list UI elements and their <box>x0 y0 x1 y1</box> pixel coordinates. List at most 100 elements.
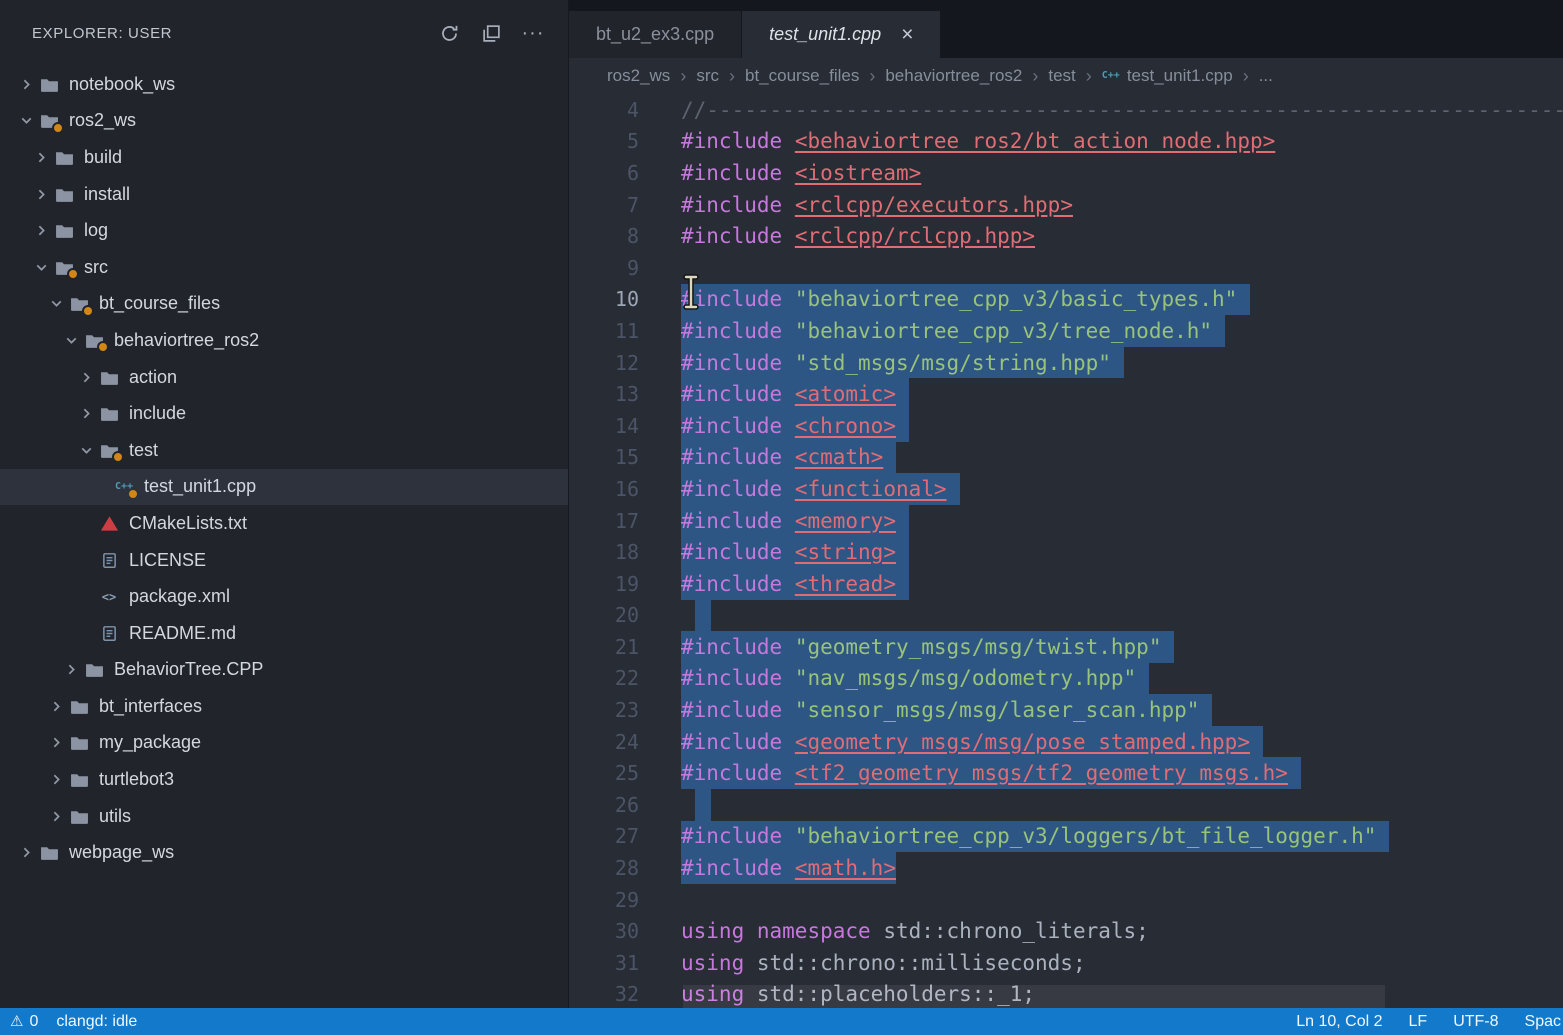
tree-item-label: test <box>129 440 158 461</box>
chevron-right-icon <box>31 184 51 204</box>
code-line-31[interactable]: 31using std::chrono::milliseconds; <box>569 947 1563 979</box>
breadcrumb-item-[interactable]: ... <box>1259 66 1273 86</box>
line-number: 31 <box>569 951 639 975</box>
tab-test-unit1-cpp[interactable]: test_unit1.cpp × <box>742 11 941 58</box>
tree-item-notebook-ws[interactable]: notebook_ws <box>0 66 568 103</box>
breadcrumb-item-test[interactable]: test <box>1048 66 1075 86</box>
code-line-22[interactable]: 22#include "nav_msgs/msg/odometry.hpp" <box>569 663 1563 695</box>
explorer-header: EXPLORER: USER ··· <box>0 0 568 66</box>
breadcrumb-separator-icon: › <box>1086 66 1092 87</box>
warnings-indicator[interactable]: ⚠0 <box>10 1013 38 1031</box>
breadcrumb-item-test-unit1-cpp[interactable]: C++test_unit1.cpp <box>1102 66 1233 86</box>
more-actions-button[interactable]: ··· <box>518 18 548 48</box>
tab-label: test_unit1.cpp <box>769 24 881 45</box>
code-line-9[interactable]: 9 <box>569 252 1563 284</box>
tree-item-webpage-ws[interactable]: webpage_ws <box>0 834 568 871</box>
code-line-21[interactable]: 21#include "geometry_msgs/msg/twist.hpp" <box>569 631 1563 663</box>
tree-item-utils[interactable]: utils <box>0 798 568 835</box>
code-line-17[interactable]: 17#include <memory> <box>569 505 1563 537</box>
chevron-down-icon <box>76 440 96 460</box>
tree-item-label: notebook_ws <box>69 74 175 95</box>
folder-icon <box>68 733 90 753</box>
tab-bt-u2-ex3-cpp[interactable]: bt_u2_ex3.cpp <box>569 11 742 58</box>
code-line-15[interactable]: 15#include <cmath> <box>569 442 1563 474</box>
status-bar: ⚠0 clangd: idle Ln 10, Col 2 LF UTF-8 Spac <box>0 1008 1563 1035</box>
code-line-28[interactable]: 28#include <math.h> <box>569 852 1563 884</box>
code-line-6[interactable]: 6#include <iostream> <box>569 157 1563 189</box>
line-number: 23 <box>569 698 639 722</box>
tree-item-turtlebot3[interactable]: turtlebot3 <box>0 761 568 798</box>
breadcrumb-separator-icon: › <box>729 66 735 87</box>
folder-icon <box>98 367 120 387</box>
tree-item-label: log <box>84 220 108 241</box>
tree-item-action[interactable]: action <box>0 359 568 396</box>
line-number: 5 <box>569 129 639 153</box>
tree-item-build[interactable]: build <box>0 139 568 176</box>
clangd-status[interactable]: clangd: idle <box>56 1013 137 1031</box>
code-line-11[interactable]: 11#include "behaviortree_cpp_v3/tree_nod… <box>569 315 1563 347</box>
code-editor[interactable]: 4//-------------------------------------… <box>569 94 1563 1008</box>
line-number: 29 <box>569 888 639 912</box>
tree-item-ros2-ws[interactable]: ros2_ws <box>0 103 568 140</box>
cursor-position[interactable]: Ln 10, Col 2 <box>1296 1013 1382 1031</box>
code-line-18[interactable]: 18#include <string> <box>569 536 1563 568</box>
code-line-24[interactable]: 24#include <geometry_msgs/msg/pose_stamp… <box>569 726 1563 758</box>
tree-item-readme-md[interactable]: README.md <box>0 615 568 652</box>
collapse-folders-button[interactable] <box>476 18 506 48</box>
encoding-selector[interactable]: UTF-8 <box>1453 1013 1498 1031</box>
tree-item-my-package[interactable]: my_package <box>0 725 568 762</box>
tree-item-log[interactable]: log <box>0 212 568 249</box>
line-number: 25 <box>569 761 639 785</box>
explorer-title: EXPLORER: USER <box>32 25 434 42</box>
breadcrumb-item-behaviortree-ros2[interactable]: behaviortree_ros2 <box>885 66 1022 86</box>
collapse-folders-icon <box>482 24 501 43</box>
tree-item-label: README.md <box>129 623 236 644</box>
code-line-7[interactable]: 7#include <rclcpp/executors.hpp> <box>569 189 1563 221</box>
line-number: 20 <box>569 603 639 627</box>
code-line-16[interactable]: 16#include <functional> <box>569 473 1563 505</box>
breadcrumb-item-src[interactable]: src <box>696 66 719 86</box>
code-line-26[interactable]: 26 <box>569 789 1563 821</box>
tree-item-install[interactable]: install <box>0 176 568 213</box>
code-line-14[interactable]: 14#include <chrono> <box>569 410 1563 442</box>
chevron-right-icon <box>76 367 96 387</box>
warning-icon: ⚠ <box>10 1014 23 1029</box>
code-line-10[interactable]: 10#include "behaviortree_cpp_v3/basic_ty… <box>569 284 1563 316</box>
code-line-30[interactable]: 30using namespace std::chrono_literals; <box>569 915 1563 947</box>
horizontal-scrollbar[interactable] <box>683 985 1385 1008</box>
twisty-spacer <box>76 550 96 570</box>
tree-item-behaviortree-ros2[interactable]: behaviortree_ros2 <box>0 322 568 359</box>
code-line-27[interactable]: 27#include "behaviortree_cpp_v3/loggers/… <box>569 821 1563 853</box>
tree-item-package-xml[interactable]: <>package.xml <box>0 578 568 615</box>
eol-selector[interactable]: LF <box>1409 1013 1428 1031</box>
code-line-19[interactable]: 19#include <thread> <box>569 568 1563 600</box>
tree-item-bt-course-files[interactable]: bt_course_files <box>0 286 568 323</box>
breadcrumb-item-ros2-ws[interactable]: ros2_ws <box>607 66 670 86</box>
tree-item-test[interactable]: test <box>0 432 568 469</box>
close-icon[interactable]: × <box>901 24 913 45</box>
tree-item-src[interactable]: src <box>0 249 568 286</box>
code-line-29[interactable]: 29 <box>569 884 1563 916</box>
git-modified-dot <box>127 488 139 500</box>
refresh-button[interactable] <box>434 18 464 48</box>
line-number: 24 <box>569 730 639 754</box>
indentation-selector[interactable]: Spac <box>1525 1013 1561 1031</box>
code-line-20[interactable]: 20 <box>569 600 1563 632</box>
breadcrumb-item-bt-course-files[interactable]: bt_course_files <box>745 66 859 86</box>
code-line-4[interactable]: 4//-------------------------------------… <box>569 94 1563 126</box>
code-line-8[interactable]: 8#include <rclcpp/rclcpp.hpp> <box>569 220 1563 252</box>
tree-item-license[interactable]: LICENSE <box>0 542 568 579</box>
chevron-right-icon <box>46 696 66 716</box>
git-modified-dot <box>82 305 94 317</box>
tree-item-include[interactable]: include <box>0 395 568 432</box>
tree-item-bt-interfaces[interactable]: bt_interfaces <box>0 688 568 725</box>
code-line-25[interactable]: 25#include <tf2_geometry_msgs/tf2_geomet… <box>569 757 1563 789</box>
tree-item-test-unit1-cpp[interactable]: C++test_unit1.cpp <box>0 469 568 506</box>
folder-icon <box>68 294 90 314</box>
tree-item-cmakelists-txt[interactable]: CMakeLists.txt <box>0 505 568 542</box>
code-line-5[interactable]: 5#include <behaviortree_ros2/bt_action_n… <box>569 126 1563 158</box>
code-line-23[interactable]: 23#include "sensor_msgs/msg/laser_scan.h… <box>569 694 1563 726</box>
code-line-13[interactable]: 13#include <atomic> <box>569 378 1563 410</box>
code-line-12[interactable]: 12#include "std_msgs/msg/string.hpp" <box>569 347 1563 379</box>
tree-item-behaviortree-cpp[interactable]: BehaviorTree.CPP <box>0 652 568 689</box>
